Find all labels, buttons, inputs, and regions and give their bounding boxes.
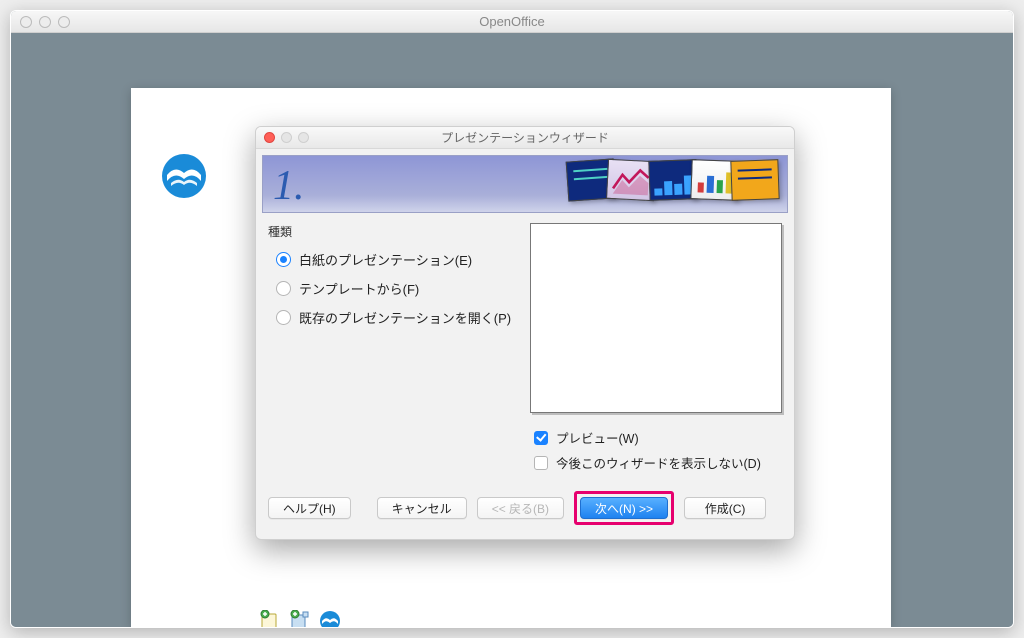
banner-thumbnails	[567, 160, 779, 200]
radio-from-template[interactable]: テンプレートから(F)	[268, 275, 512, 304]
parent-titlebar: OpenOffice	[11, 11, 1013, 33]
checkbox-label: プレビュー(W)	[556, 428, 639, 447]
start-center-toolbar	[259, 610, 341, 628]
radio-icon	[276, 281, 291, 296]
wizard-step-number: 1.	[273, 162, 305, 210]
dialog-button-bar: ヘルプ(H) キャンセル << 戻る(B) 次へ(N) >> 作成(C)	[256, 483, 794, 539]
desktop-background: プレゼンテーションウィザード 1.	[11, 33, 1013, 627]
openoffice-logo-icon	[161, 153, 207, 202]
radio-label: 白紙のプレゼンテーション(E)	[299, 250, 472, 269]
radio-open-existing[interactable]: 既存のプレゼンテーションを開く(P)	[268, 304, 512, 333]
checkbox-preview[interactable]: プレビュー(W)	[534, 425, 782, 450]
cancel-button[interactable]: キャンセル	[377, 497, 467, 519]
create-button[interactable]: 作成(C)	[684, 497, 766, 519]
radio-label: テンプレートから(F)	[299, 279, 419, 298]
presentation-wizard-dialog: プレゼンテーションウィザード 1.	[255, 126, 795, 540]
extensions-icon[interactable]	[289, 610, 311, 628]
tutorial-highlight: 次へ(N) >>	[574, 491, 674, 525]
parent-window-title: OpenOffice	[11, 14, 1013, 29]
preview-area	[530, 223, 782, 413]
dialog-title: プレゼンテーションウィザード	[256, 129, 794, 146]
next-button[interactable]: 次へ(N) >>	[580, 497, 668, 519]
checkbox-icon	[534, 456, 548, 470]
open-icon[interactable]	[319, 610, 341, 628]
start-center: プレゼンテーションウィザード 1.	[131, 88, 891, 628]
checkbox-icon	[534, 431, 548, 445]
radio-icon	[276, 310, 291, 325]
radio-label: 既存のプレゼンテーションを開く(P)	[299, 308, 511, 327]
help-button[interactable]: ヘルプ(H)	[268, 497, 351, 519]
templates-icon[interactable]	[259, 610, 281, 628]
back-button: << 戻る(B)	[477, 497, 564, 519]
checkbox-label: 今後このウィザードを表示しない(D)	[556, 453, 761, 472]
wizard-banner: 1.	[262, 155, 788, 213]
dialog-titlebar: プレゼンテーションウィザード	[256, 127, 794, 149]
radio-icon	[276, 252, 291, 267]
thumb-list-icon	[730, 159, 779, 201]
type-section-label: 種類	[268, 223, 512, 240]
checkbox-dont-show-wizard[interactable]: 今後このウィザードを表示しない(D)	[534, 450, 782, 475]
parent-window: OpenOffice	[10, 10, 1014, 628]
radio-blank-presentation[interactable]: 白紙のプレゼンテーション(E)	[268, 246, 512, 275]
